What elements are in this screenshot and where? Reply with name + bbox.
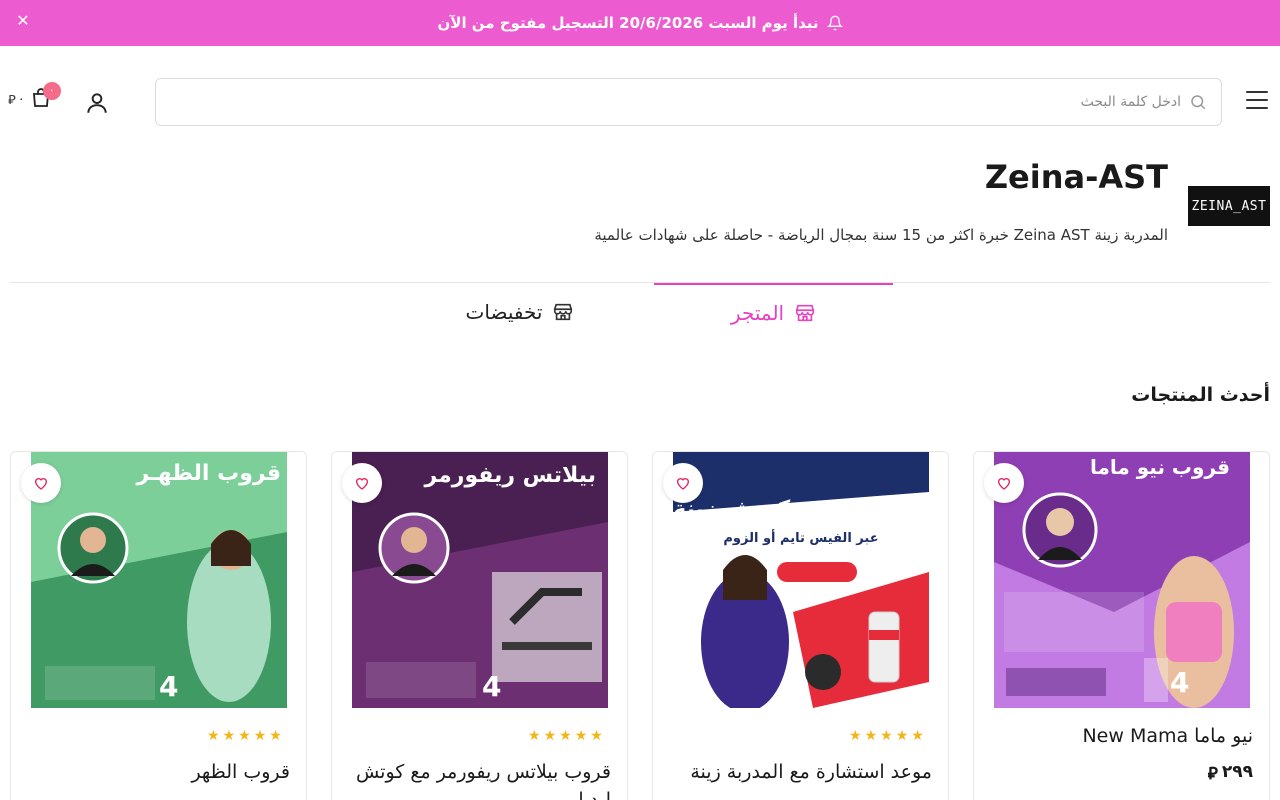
close-icon[interactable]: ✕ — [14, 12, 32, 30]
currency-icon: ⃁ — [8, 92, 16, 108]
store-icon — [554, 303, 573, 321]
store-title: Zeina-AST — [984, 158, 1168, 196]
product-image[interactable]: قروب نيو ماما 4 — [994, 452, 1250, 708]
tab-store-label: المتجر — [730, 301, 785, 325]
product-image[interactable]: بيلاتس ريفورمر 4 — [352, 452, 608, 708]
search-input[interactable] — [156, 79, 1181, 125]
hamburger-menu-icon[interactable] — [1246, 91, 1268, 111]
product-image-heading: قروب الظهـر — [136, 461, 282, 486]
star-icon: ★ — [207, 728, 220, 744]
tab-store[interactable]: المتجر — [654, 283, 893, 341]
cart-total: ⃁ ٠ — [8, 91, 25, 108]
star-icon: ★ — [895, 728, 909, 744]
currency-icon: ⃁ — [1207, 764, 1218, 784]
star-icon: ★ — [590, 728, 603, 744]
store-logo: ZEINA_AST — [1188, 186, 1270, 226]
star-icon: ★ — [911, 728, 924, 744]
heart-icon[interactable] — [342, 463, 382, 503]
product-name[interactable]: قروب الظهر — [25, 758, 290, 786]
rating-stars: ★ ★ ★ ★ ★ — [207, 728, 282, 744]
site-header: ⃁ ٠ ٠ — [0, 46, 1280, 156]
product-name[interactable]: قروب بيلاتس ريفورمر مع كوتش ليديا — [346, 758, 611, 800]
product-image-heading: استشارة مع كوتش زينة — [673, 497, 928, 522]
star-icon: ★ — [238, 728, 251, 744]
cart-button[interactable]: ⃁ ٠ ٠ — [8, 82, 61, 112]
store-description: المدربة زينة Zeina AST خبرة اكثر من 15 س… — [594, 226, 1168, 244]
star-icon: ★ — [528, 728, 541, 744]
product-name[interactable]: نيو ماما New Mama — [988, 722, 1253, 750]
star-icon: ★ — [880, 728, 893, 744]
search-bar — [155, 78, 1222, 126]
user-account-icon[interactable] — [84, 90, 110, 116]
product-image[interactable]: قروب الظهـر 4 — [31, 452, 287, 708]
announcement-bar: ✕ نبدأ يوم السبت 20/6/2026 التسجيل مفتوح… — [0, 0, 1280, 46]
product-image-subheading: عبر الفيس تايم أو الزوم — [723, 529, 878, 546]
svg-text:4: 4 — [1170, 666, 1189, 699]
heart-icon[interactable] — [984, 463, 1024, 503]
star-icon: ★ — [864, 728, 878, 744]
heart-icon[interactable] — [663, 463, 703, 503]
product-card[interactable]: استشارة مع كوتش زينة عبر الفيس تايم أو ا… — [652, 451, 949, 800]
star-icon: ★ — [849, 728, 862, 744]
section-title: أحدث المنتجات — [1131, 384, 1270, 406]
announcement-content: نبدأ يوم السبت 20/6/2026 التسجيل مفتوح م… — [437, 14, 843, 32]
product-price-value: ٢٩٩ — [1221, 762, 1253, 782]
star-icon: ★ — [543, 728, 557, 744]
cart-count-badge: ٠ — [42, 82, 61, 100]
star-icon: ★ — [253, 728, 267, 744]
product-card[interactable]: بيلاتس ريفورمر 4 ★ ★ ★ ★ ★ قروب بيلاتس ر… — [331, 451, 628, 800]
product-image-heading: قروب نيو ماما — [1090, 455, 1230, 479]
rating-stars: ★ ★ ★ ★ ★ — [849, 728, 924, 744]
product-price: ٢٩٩ ⃁ — [1208, 762, 1253, 784]
divider — [10, 282, 1270, 283]
star-icon: ★ — [574, 728, 588, 744]
svg-text:4: 4 — [159, 670, 178, 703]
announcement-text: نبدأ يوم السبت 20/6/2026 التسجيل مفتوح م… — [437, 14, 819, 32]
cart-icon[interactable]: ٠ — [29, 82, 61, 112]
rating-stars: ★ ★ ★ ★ ★ — [528, 728, 603, 744]
product-image-heading: بيلاتس ريفورمر — [424, 463, 597, 488]
star-icon: ★ — [269, 728, 282, 744]
bell-icon — [826, 15, 843, 31]
search-icon — [1191, 95, 1206, 110]
store-logo-text: ZEINA_AST — [1191, 198, 1267, 214]
tab-discounts[interactable]: تخفيضات — [420, 283, 620, 341]
svg-text:4: 4 — [482, 670, 501, 703]
heart-icon[interactable] — [21, 463, 61, 503]
star-icon: ★ — [222, 728, 236, 744]
product-image[interactable]: استشارة مع كوتش زينة عبر الفيس تايم أو ا… — [673, 452, 929, 708]
cart-amount-value: ٠ — [17, 91, 25, 107]
product-card[interactable]: قروب نيو ماما 4 نيو ماما New Mama ٢٩٩ ⃁ — [973, 451, 1270, 800]
product-card[interactable]: قروب الظهـر 4 ★ ★ ★ ★ ★ قروب الظهر — [10, 451, 307, 800]
product-name[interactable]: موعد استشارة مع المدربة زينة — [667, 758, 932, 786]
star-icon: ★ — [559, 728, 572, 744]
tab-discounts-label: تخفيضات — [465, 300, 543, 324]
store-icon — [796, 304, 815, 322]
